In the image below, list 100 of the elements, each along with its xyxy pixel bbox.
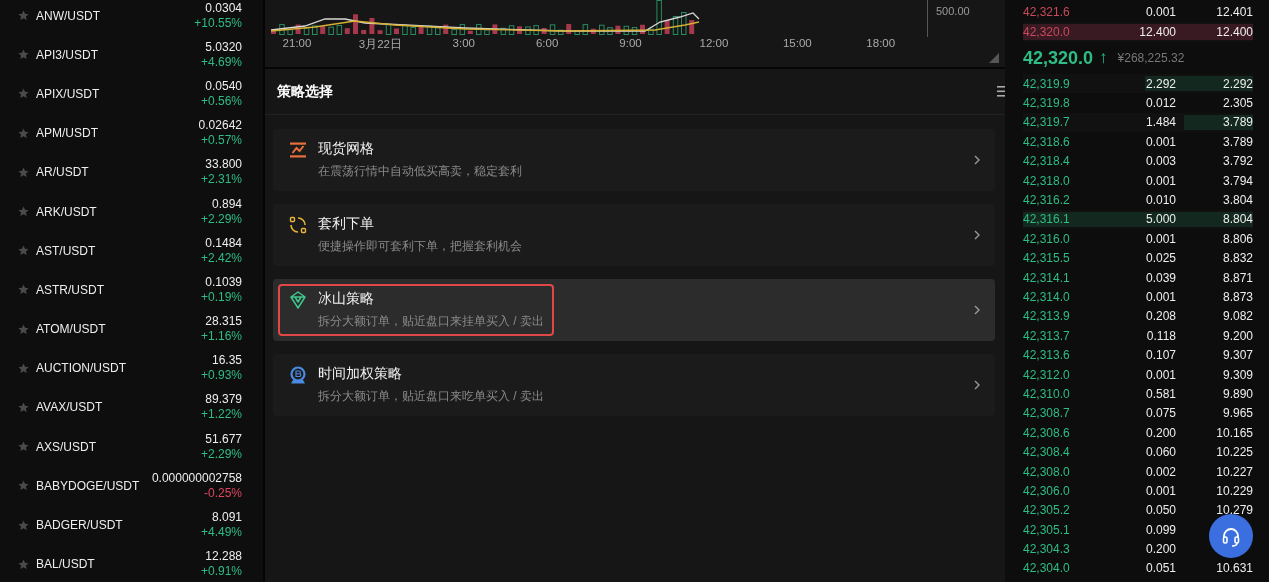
pair-name: APIX/USDT bbox=[36, 86, 100, 101]
star-icon[interactable] bbox=[18, 558, 29, 570]
order-total: 3.804 bbox=[1222, 193, 1253, 208]
pair-name: AST/USDT bbox=[36, 243, 96, 258]
star-icon[interactable] bbox=[18, 401, 29, 413]
order-price: 42,308.0 bbox=[1023, 464, 1071, 479]
pair-price: 0.02642 bbox=[198, 118, 242, 134]
order-price: 42,315.5 bbox=[1023, 251, 1071, 266]
order-amount: 12.400 bbox=[1138, 25, 1176, 39]
pair-price: 0.0540 bbox=[205, 78, 242, 94]
order-total: 8.873 bbox=[1222, 290, 1253, 304]
order-amount: 0.581 bbox=[1144, 386, 1176, 401]
order-amount: 0.001 bbox=[1144, 134, 1176, 149]
chevron-right-icon[interactable] bbox=[974, 305, 981, 315]
pair-change: +0.91% bbox=[200, 564, 242, 580]
pair-name: AVAX/USDT bbox=[36, 400, 103, 415]
pair-name: BABYDOGE/USDT bbox=[36, 478, 140, 493]
order-amount: 0.001 bbox=[1144, 5, 1176, 19]
order-amount: 2.292 bbox=[1144, 76, 1176, 91]
order-amount: 0.208 bbox=[1144, 309, 1176, 324]
pair-change: +2.31% bbox=[200, 172, 242, 188]
strategy-title: 套利下单 bbox=[318, 215, 375, 233]
order-amount: 0.050 bbox=[1144, 503, 1176, 518]
star-icon[interactable] bbox=[18, 519, 29, 531]
order-amount: 0.200 bbox=[1144, 425, 1176, 440]
pair-change: +2.29% bbox=[200, 446, 242, 462]
order-amount: 0.200 bbox=[1144, 542, 1176, 557]
star-icon[interactable] bbox=[18, 10, 29, 22]
axis-label: 21:00 bbox=[282, 37, 312, 51]
order-amount: 1.484 bbox=[1144, 115, 1176, 130]
star-icon[interactable] bbox=[18, 362, 29, 374]
order-total: 9.200 bbox=[1222, 328, 1253, 343]
order-total: 9.965 bbox=[1222, 406, 1253, 421]
pair-price: 8.091 bbox=[211, 510, 242, 526]
pair-name: BADGER/USDT bbox=[36, 518, 123, 533]
strategy-card[interactable]: 冰山策略 拆分大额订单，贴近盘口来挂单买入 / 卖出 bbox=[273, 279, 995, 341]
star-icon[interactable] bbox=[18, 441, 29, 453]
order-amount: 0.003 bbox=[1144, 154, 1176, 169]
pair-name: ATOM/USDT bbox=[36, 322, 106, 337]
pair-price: 51.677 bbox=[205, 431, 242, 447]
pair-change: +4.49% bbox=[200, 525, 242, 541]
axis-label: 15:00 bbox=[782, 37, 812, 51]
strategy-card[interactable]: 套利下单 便捷操作即可套利下单，把握套利机会 bbox=[273, 204, 995, 266]
star-icon[interactable] bbox=[18, 127, 29, 139]
order-total: 10.279 bbox=[1216, 503, 1253, 518]
order-total: 10.165 bbox=[1216, 425, 1253, 440]
star-icon[interactable] bbox=[18, 49, 29, 61]
headset-icon bbox=[1221, 525, 1241, 547]
order-price: 42,313.7 bbox=[1023, 328, 1071, 343]
order-amount: 0.060 bbox=[1144, 445, 1176, 460]
order-amount: 0.012 bbox=[1144, 96, 1176, 111]
order-price: 42,316.1 bbox=[1023, 212, 1071, 227]
pair-price: 0.1484 bbox=[205, 235, 242, 251]
strategy-title: 冰山策略 bbox=[318, 290, 375, 308]
order-total: 8.806 bbox=[1222, 231, 1253, 246]
order-amount: 0.001 bbox=[1144, 483, 1176, 498]
star-icon[interactable] bbox=[18, 480, 29, 492]
pair-price: 33.800 bbox=[205, 157, 242, 173]
strategy-card[interactable]: 时间加权策略 拆分大额订单，贴近盘口来吃单买入 / 卖出 bbox=[273, 354, 995, 416]
menu-icon[interactable] bbox=[997, 86, 1005, 97]
pair-name: BAL/USDT bbox=[36, 557, 95, 572]
order-price: 42,313.6 bbox=[1023, 348, 1071, 363]
pair-price: 0.1039 bbox=[205, 274, 242, 290]
pair-price: 28.315 bbox=[205, 314, 242, 330]
pair-change: +10.55% bbox=[194, 15, 242, 31]
star-icon[interactable] bbox=[18, 88, 29, 100]
order-total: 2.305 bbox=[1222, 96, 1253, 111]
last-price: 42,320.0 bbox=[1023, 47, 1094, 69]
star-icon[interactable] bbox=[18, 206, 29, 218]
chevron-right-icon[interactable] bbox=[974, 155, 981, 165]
support-button[interactable] bbox=[1209, 514, 1253, 558]
resize-handle-icon[interactable] bbox=[989, 53, 999, 63]
order-total: 3.792 bbox=[1222, 154, 1253, 169]
pair-change: +0.57% bbox=[200, 133, 242, 149]
order-total: 10.631 bbox=[1216, 561, 1253, 576]
order-price: 42,304.3 bbox=[1023, 542, 1071, 557]
order-price: 42,318.4 bbox=[1023, 154, 1071, 169]
chevron-right-icon[interactable] bbox=[974, 230, 981, 240]
order-total: 12.400 bbox=[1216, 25, 1253, 39]
star-icon[interactable] bbox=[18, 284, 29, 296]
star-icon[interactable] bbox=[18, 166, 29, 178]
axis-label: 500.00 bbox=[936, 5, 970, 19]
order-total: 8.804 bbox=[1222, 212, 1253, 227]
order-price: 42,308.6 bbox=[1023, 425, 1071, 440]
order-total: 8.832 bbox=[1222, 251, 1253, 266]
strategy-description: 便捷操作即可套利下单，把握套利机会 bbox=[318, 238, 522, 255]
chevron-right-icon[interactable] bbox=[974, 380, 981, 390]
pair-price: 12.288 bbox=[205, 549, 242, 565]
pair-name: APM/USDT bbox=[36, 126, 98, 141]
star-icon[interactable] bbox=[18, 323, 29, 335]
pair-price: 0.0304 bbox=[205, 0, 242, 16]
strategy-description: 在震荡行情中自动低买高卖，稳定套利 bbox=[318, 163, 522, 180]
order-amount: 0.010 bbox=[1144, 193, 1176, 208]
strategy-card[interactable]: 现货网格 在震荡行情中自动低买高卖，稳定套利 bbox=[273, 129, 995, 191]
order-amount: 0.001 bbox=[1144, 290, 1176, 304]
strategy-title: 现货网格 bbox=[318, 140, 375, 158]
strategy-title: 时间加权策略 bbox=[318, 365, 403, 383]
pair-price: 89.379 bbox=[205, 392, 242, 408]
order-amount: 0.107 bbox=[1144, 348, 1176, 363]
star-icon[interactable] bbox=[18, 245, 29, 257]
